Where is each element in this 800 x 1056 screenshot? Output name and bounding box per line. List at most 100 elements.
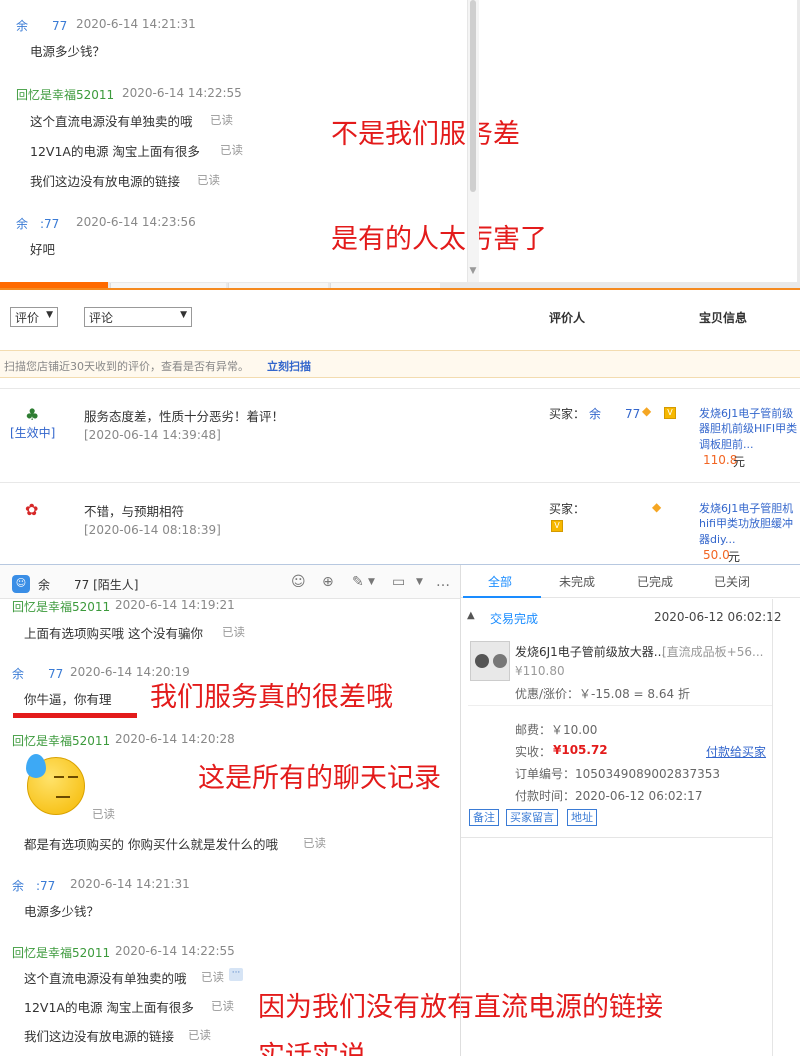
chevron-down-icon[interactable]: ▼ [416,577,423,587]
item-title[interactable]: 器胆机前级HIFI甲类 [699,420,797,436]
note-button[interactable]: 备注 [469,809,499,826]
chat-sender-name: 回忆是幸福52011 [12,600,111,614]
read-status: 已读 [303,836,326,850]
read-status: 已读 [197,173,220,187]
tab-completed[interactable]: 已完成 [637,573,673,590]
rating-filter-select[interactable]: 评价 ▼ [10,307,58,327]
order-postage: 邮费：￥10.00 [515,723,598,737]
more-options-icon[interactable]: ··· [229,968,243,981]
item-price: 50.0 [703,548,730,562]
chat-contact-name: 余 77 [陌生人] [38,578,139,592]
avatar: ☺ [12,575,30,593]
chat-timestamp: 2020-6-14 14:20:28 [115,732,235,746]
reviews-panel: 评价 ▼ 评论 ▼ 评价人 宝贝信息 扫描您店铺近30天收到的评价，查看是否有异… [0,288,800,564]
compose-icon[interactable]: ✎ [352,574,364,590]
read-status: 已读 [188,1028,211,1042]
chat-sender-name: 回忆是幸福52011 [12,734,111,748]
order-number: 订单编号：1050349089002837353 [515,767,721,781]
video-call-icon[interactable]: ▭ [392,574,405,590]
read-status: 已读 [210,113,233,127]
scroll-down-icon[interactable]: ▼ [468,266,478,276]
chevron-down-icon: ▼ [180,310,187,320]
emoji-icon[interactable]: ☺ [291,574,306,590]
tab-closed[interactable]: 已关闭 [714,573,750,590]
tab-incomplete[interactable]: 未完成 [559,573,595,590]
chat-message: 12V1A的电源 淘宝上面有很多 [30,144,200,159]
divider [468,705,772,706]
chat-message: 上面有选项购买哦 这个没有骗你 [24,626,203,641]
chat-header: ☺ 余 77 [陌生人] ☺ ⊕ ✎ ▼ ▭ ▼ … [0,565,460,599]
chat-message: 我们这边没有放电源的链接 [30,174,181,189]
status-link[interactable]: [生效中] [10,424,55,441]
chevron-down-icon[interactable]: ▼ [368,577,375,587]
panel-edge [772,599,773,1056]
chat-order-panel: ☺ 余 77 [陌生人] ☺ ⊕ ✎ ▼ ▭ ▼ … 回忆是幸福52011 20… [0,564,800,1056]
review-content: 不错，与预期相符 [84,504,185,519]
chat-sender-name: 余 77 [12,667,64,681]
verified-badge-icon: V [551,520,563,532]
buyer-name[interactable]: 余 77 [589,405,640,422]
chat-message: 12V1A的电源 淘宝上面有很多 [24,1000,194,1015]
item-title[interactable]: 发烧6J1电子管前级 [699,405,793,421]
chevron-down-icon: ▼ [46,310,53,320]
item-title[interactable]: 器diy... [699,531,735,547]
annotation-text: 不是我们服务差 [331,119,520,150]
add-contact-icon[interactable]: ⊕ [322,574,334,590]
review-date: [2020-06-14 08:18:39] [84,523,221,537]
flower-icon: ✿ [25,500,39,519]
tab-all[interactable]: 全部 [488,573,512,590]
column-header-reviewer: 评价人 [549,311,586,325]
item-title[interactable]: hifi甲类功放胆缓冲 [699,515,793,531]
content-filter-select[interactable]: 评论 ▼ [84,307,192,327]
review-content: 服务态度差，性质十分恶劣！着评！ [84,409,285,424]
read-status: 已读 [211,999,234,1013]
verified-badge-icon: V [664,407,676,419]
sweat-emoji-icon [26,754,85,815]
pay-buyer-link[interactable]: 付款给买家 [706,743,766,760]
diamond-icon: ◆ [642,404,652,418]
chat-timestamp: 2020-6-14 14:22:55 [115,944,235,958]
order-datetime: 2020-06-12 06:02:12 [654,610,782,624]
chat-message: 我们这边没有放电源的链接 [24,1029,175,1044]
order-discount: 优惠/涨价：￥-15.08 = 8.64 折 [515,687,690,701]
order-item-price: ¥110.80 [515,664,565,678]
chat-sender-name: 余 :77 [16,217,60,231]
annotation-text: 是有的人太厉害了 [331,224,547,255]
scan-notice-bar: 扫描您店铺近30天收到的评价，查看是否有异常。 立刻扫描 [0,350,800,378]
buyer-label: 买家： [549,502,586,516]
price-unit: 元 [728,550,741,564]
read-status: 已读 [222,625,245,639]
order-tabs: 全部 未完成 已完成 已关闭 [461,565,800,598]
chat-timestamp: 2020-6-14 14:21:31 [76,17,196,31]
more-icon[interactable]: … [436,574,450,590]
address-button[interactable]: 地址 [567,809,597,826]
read-status: 已读 [201,970,224,984]
order-status: 交易完成 [490,612,539,626]
buyer-message-button[interactable]: 买家留言 [506,809,558,826]
chat-timestamp: 2020-6-14 14:23:56 [76,215,196,229]
annotation-text: 这是所有的聊天记录 [198,763,441,794]
row-divider [0,388,800,389]
order-item-title[interactable]: 发烧6J1电子管前级放大器... [515,643,665,660]
divider [461,837,773,838]
product-thumbnail[interactable] [470,641,510,681]
chat-message: 好吧 [30,242,56,257]
chat-sender-name: 余 77 [16,19,68,33]
chat-message: 这个直流电源没有单独卖的哦 [24,971,187,986]
chat-timestamp: 2020-6-14 14:21:31 [70,877,190,891]
chat-timestamp: 2020-6-14 14:19:21 [115,598,235,612]
chevron-up-icon[interactable]: ▲ [467,610,475,621]
annotation-text: 我们服务真的很差哦 [150,682,393,713]
chat-message: 都是有选项购买的 你购买什么就是发什么的哦 [24,837,278,852]
pay-time: 付款时间：2020-06-12 06:02:17 [515,789,703,803]
item-title[interactable]: 调板胆前... [699,436,754,452]
row-divider [0,482,800,483]
annotation-text: 实话实说 [258,1043,366,1056]
item-title[interactable]: 发烧6J1电子管胆机 [699,500,793,516]
plant-icon: ♣ [25,405,40,424]
chat-sender-name: 回忆是幸福52011 [12,946,111,960]
read-status: 已读 [92,807,115,821]
scan-notice-text: 扫描您店铺近30天收到的评价，查看是否有异常。 [4,360,249,373]
scrollbar-thumb[interactable] [470,0,476,192]
scan-now-link[interactable]: 立刻扫描 [267,358,311,374]
